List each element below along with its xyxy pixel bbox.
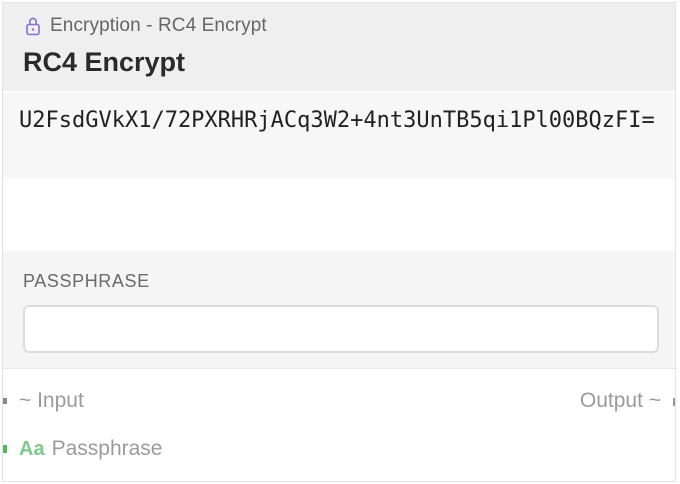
- passphrase-port-label: Passphrase: [51, 437, 163, 460]
- ports-divider: [3, 368, 675, 369]
- passphrase-field-label: PASSPHRASE: [23, 271, 150, 291]
- output-blank-area: [3, 179, 675, 251]
- lock-icon: [26, 17, 40, 36]
- passphrase-input[interactable]: [23, 305, 659, 353]
- category-label: Encryption - RC4 Encrypt: [50, 15, 267, 36]
- node-category: Encryption - RC4 Encrypt: [25, 15, 267, 37]
- passphrase-port-handle[interactable]: [3, 445, 7, 453]
- node-title: RC4 Encrypt: [23, 47, 186, 77]
- output-port-handle[interactable]: [673, 398, 675, 406]
- node-header[interactable]: Encryption - RC4 Encrypt RC4 Encrypt: [3, 3, 675, 91]
- input-port-label: ~ Input: [19, 389, 84, 412]
- output-port-label: Output ~: [579, 389, 661, 412]
- passphrase-port: Aa Passphrase: [19, 437, 162, 461]
- input-port-handle[interactable]: [3, 398, 7, 404]
- text-type-icon: Aa: [19, 437, 45, 460]
- output-value[interactable]: U2FsdGVkX1/72PXRHRjACq3W2+4nt3UnTB5qi1Pl…: [3, 93, 675, 179]
- rc4-encrypt-node[interactable]: Encryption - RC4 Encrypt RC4 Encrypt U2F…: [2, 2, 676, 482]
